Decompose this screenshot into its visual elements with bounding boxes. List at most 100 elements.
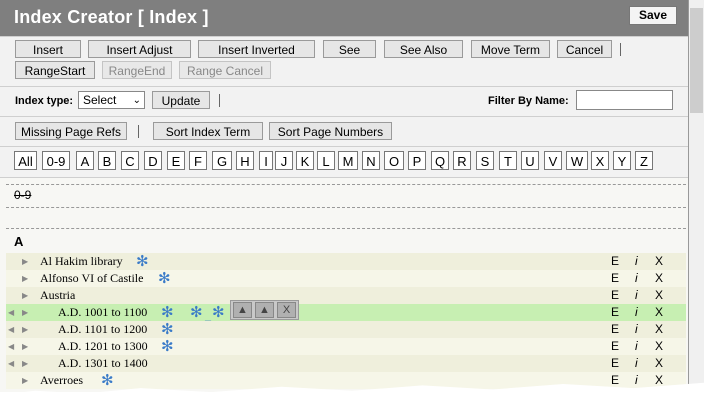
letter-all[interactable]: All bbox=[14, 151, 37, 170]
letter-z[interactable]: Z bbox=[635, 151, 653, 170]
letter-s[interactable]: S bbox=[476, 151, 494, 170]
letter-q[interactable]: Q bbox=[431, 151, 449, 170]
indent-icon[interactable]: ▶ bbox=[22, 304, 28, 321]
cancel-button[interactable]: Cancel bbox=[557, 40, 612, 58]
index-type-select[interactable]: Select ⌄ bbox=[78, 91, 145, 109]
page-ref-asterisk-icon[interactable]: ✻ bbox=[101, 372, 114, 389]
letter-m[interactable]: M bbox=[338, 151, 358, 170]
entry-text[interactable]: A.D. 1101 to 1200 bbox=[58, 321, 147, 338]
page-ref-asterisk-icon[interactable]: ✻ bbox=[136, 253, 149, 270]
entry-text[interactable]: A.D. 1201 to 1300 bbox=[58, 338, 148, 355]
letter-h[interactable]: H bbox=[236, 151, 254, 170]
letter-w[interactable]: W bbox=[566, 151, 588, 170]
letter-d[interactable]: D bbox=[144, 151, 162, 170]
outdent-icon[interactable]: ◀ bbox=[8, 355, 14, 372]
indent-icon[interactable]: ▶ bbox=[22, 372, 28, 389]
letter-u[interactable]: U bbox=[521, 151, 539, 170]
letter-k[interactable]: K bbox=[296, 151, 314, 170]
move-up-button[interactable]: ▲ bbox=[233, 302, 252, 318]
see-button[interactable]: See bbox=[323, 40, 376, 58]
edit-entry-button[interactable]: E bbox=[611, 253, 619, 270]
index-entry-row[interactable]: ◀ ▶ A.D. 1201 to 1300 ✻ Ei X bbox=[6, 338, 686, 355]
page-ref-asterisk-icon[interactable]: ✻ bbox=[161, 321, 174, 338]
see-also-button[interactable]: See Also bbox=[384, 40, 463, 58]
delete-entry-button[interactable]: X bbox=[655, 304, 663, 321]
letter-p[interactable]: P bbox=[408, 151, 426, 170]
letter-x[interactable]: X bbox=[591, 151, 609, 170]
update-button[interactable]: Update bbox=[152, 91, 210, 109]
filter-by-name-input[interactable] bbox=[576, 90, 673, 110]
letter-v[interactable]: V bbox=[544, 151, 562, 170]
letter-i[interactable]: I bbox=[259, 151, 273, 170]
letter-e[interactable]: E bbox=[167, 151, 185, 170]
info-entry-button[interactable]: i bbox=[635, 304, 638, 321]
delete-entry-button[interactable]: X bbox=[655, 321, 663, 338]
outdent-icon[interactable]: ◀ bbox=[8, 321, 14, 338]
close-mover-button[interactable]: X bbox=[277, 302, 296, 318]
letter-r[interactable]: R bbox=[453, 151, 471, 170]
letter-n[interactable]: N bbox=[362, 151, 380, 170]
outdent-icon[interactable]: ◀ bbox=[8, 304, 14, 321]
delete-entry-button[interactable]: X bbox=[655, 253, 663, 270]
letter-c[interactable]: C bbox=[121, 151, 139, 170]
edit-entry-button[interactable]: E bbox=[611, 338, 619, 355]
edit-entry-button[interactable]: E bbox=[611, 355, 619, 372]
edit-entry-button[interactable]: E bbox=[611, 287, 619, 304]
indent-icon[interactable]: ▶ bbox=[22, 355, 28, 372]
info-entry-button[interactable]: i bbox=[635, 253, 638, 270]
entry-text[interactable]: Averroes bbox=[40, 372, 83, 389]
info-entry-button[interactable]: i bbox=[635, 355, 638, 372]
page-ref-asterisk-icon[interactable]: ✻ bbox=[158, 270, 171, 287]
letter-0-9[interactable]: 0-9 bbox=[42, 151, 70, 170]
index-entry-row[interactable]: ◀ ▶ A.D. 1301 to 1400 Ei X bbox=[6, 355, 686, 372]
info-entry-button[interactable]: i bbox=[635, 287, 638, 304]
outdent-icon[interactable]: ◀ bbox=[8, 338, 14, 355]
insert-adjust-button[interactable]: Insert Adjust bbox=[88, 40, 191, 58]
info-entry-button[interactable]: i bbox=[635, 270, 638, 287]
indent-icon[interactable]: ▶ bbox=[22, 253, 28, 270]
sort-index-term-button[interactable]: Sort Index Term bbox=[153, 122, 263, 140]
range-cancel-button[interactable]: Range Cancel bbox=[179, 61, 271, 79]
info-entry-button[interactable]: i bbox=[635, 321, 638, 338]
entry-text[interactable]: Austria bbox=[40, 287, 75, 304]
entry-text[interactable]: Alfonso VI of Castile bbox=[40, 270, 143, 287]
entry-text[interactable]: Al Hakim library bbox=[40, 253, 123, 270]
scrollbar-thumb[interactable] bbox=[690, 8, 703, 113]
insert-button[interactable]: Insert bbox=[15, 40, 81, 58]
save-button[interactable]: Save bbox=[629, 6, 677, 25]
move-up-level-button[interactable]: ▲ bbox=[255, 302, 274, 318]
missing-page-refs-button[interactable]: Missing Page Refs bbox=[15, 122, 127, 140]
indent-icon[interactable]: ▶ bbox=[22, 270, 28, 287]
range-end-button[interactable]: RangeEnd bbox=[102, 61, 172, 79]
range-start-button[interactable]: RangeStart bbox=[15, 61, 95, 79]
index-entry-row[interactable]: ◀ ▶ A.D. 1001 to 1100 ✻ ✻ _ ✻ Ei X bbox=[6, 304, 686, 323]
delete-entry-button[interactable]: X bbox=[655, 270, 663, 287]
delete-entry-button[interactable]: X bbox=[655, 355, 663, 372]
indent-icon[interactable]: ▶ bbox=[22, 287, 28, 304]
letter-y[interactable]: Y bbox=[613, 151, 631, 170]
index-entry-row[interactable]: ◀ ▶ A.D. 1101 to 1200 ✻ Ei X bbox=[6, 321, 686, 338]
edit-entry-button[interactable]: E bbox=[611, 304, 619, 321]
info-entry-button[interactable]: i bbox=[635, 338, 638, 355]
letter-a[interactable]: A bbox=[76, 151, 94, 170]
index-entry-row[interactable]: ▶ Al Hakim library ✻ Ei X bbox=[6, 253, 686, 270]
page-ref-asterisk-icon[interactable]: ✻ bbox=[190, 304, 203, 321]
delete-entry-button[interactable]: X bbox=[655, 338, 663, 355]
entry-text[interactable]: A.D. 1001 to 1100 bbox=[58, 304, 147, 321]
indent-icon[interactable]: ▶ bbox=[22, 321, 28, 338]
page-ref-asterisk-icon[interactable]: ✻ bbox=[161, 304, 174, 321]
letter-o[interactable]: O bbox=[384, 151, 404, 170]
letter-f[interactable]: F bbox=[189, 151, 207, 170]
page-ref-asterisk-icon[interactable]: ✻ bbox=[161, 338, 174, 355]
index-entry-row[interactable]: ▶ Alfonso VI of Castile ✻ Ei X bbox=[6, 270, 686, 287]
edit-entry-button[interactable]: E bbox=[611, 321, 619, 338]
letter-t[interactable]: T bbox=[499, 151, 517, 170]
info-entry-button[interactable]: i bbox=[635, 372, 638, 389]
indent-icon[interactable]: ▶ bbox=[22, 338, 28, 355]
page-ref-asterisk-icon[interactable]: ✻ bbox=[212, 304, 225, 321]
edit-entry-button[interactable]: E bbox=[611, 270, 619, 287]
entry-text[interactable]: A.D. 1301 to 1400 bbox=[58, 355, 148, 372]
letter-l[interactable]: L bbox=[317, 151, 335, 170]
letter-j[interactable]: J bbox=[275, 151, 293, 170]
edit-entry-button[interactable]: E bbox=[611, 372, 619, 389]
